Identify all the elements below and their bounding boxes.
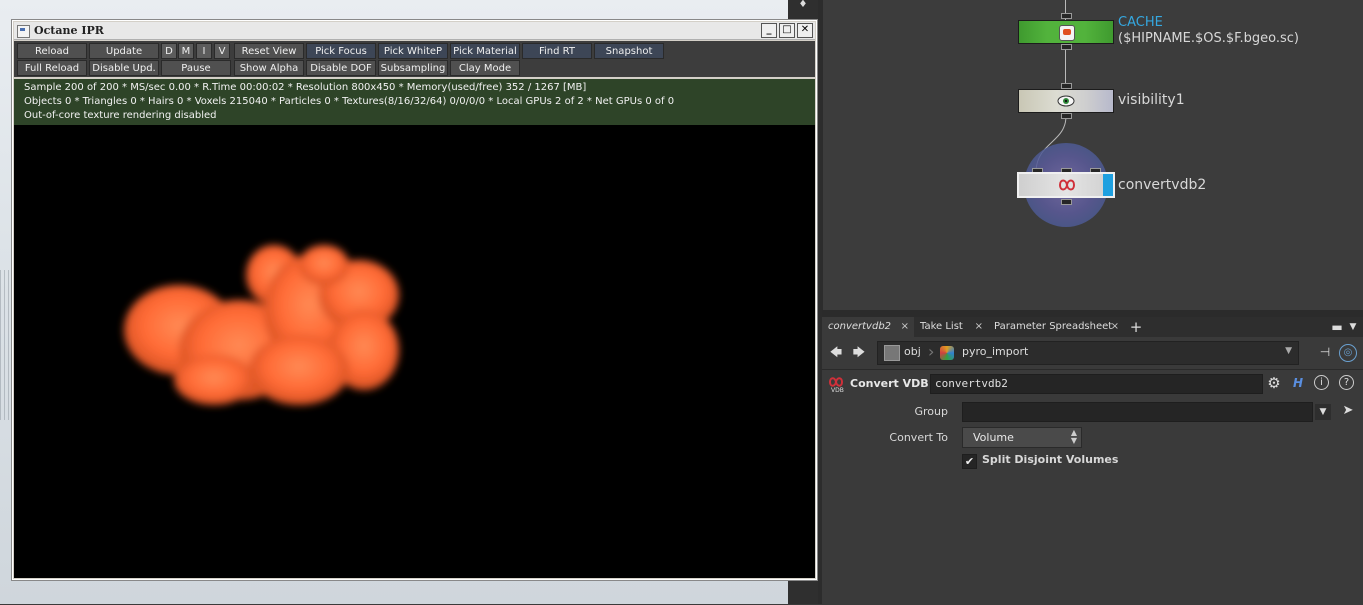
octane-app-icon	[17, 25, 30, 38]
pick-focus-button[interactable]: Pick Focus	[306, 43, 376, 59]
convert-to-value: Volume	[973, 431, 1014, 444]
pick-material-button[interactable]: Pick Material	[450, 43, 520, 59]
find-rt-button[interactable]: Find RT	[522, 43, 592, 59]
i-toggle-button[interactable]: I	[196, 43, 212, 59]
disable-update-button[interactable]: Disable Upd.	[89, 60, 159, 76]
pin-icon[interactable]: ⊣	[1317, 344, 1333, 360]
vdb-node-type-icon: VDB	[828, 377, 844, 393]
network-editor[interactable]: CACHE ($HIPNAME.$OS.$F.bgeo.sc) visibili…	[818, 0, 1363, 604]
convert-output-connector[interactable]	[1061, 199, 1072, 205]
tab-close-icon[interactable]: ×	[1111, 317, 1119, 337]
group-field[interactable]	[962, 402, 1313, 422]
tab-convertvdb2[interactable]: convertvdb2 ×	[822, 317, 914, 337]
tab-close-icon[interactable]: ×	[975, 317, 983, 337]
convertvdb2-node-label: convertvdb2	[1118, 177, 1207, 193]
pane-menu-chevron-down-icon[interactable]: ▼	[1345, 319, 1361, 335]
cache-input-connector[interactable]	[1061, 13, 1072, 19]
tab-parameter-spreadsheet-label: Parameter Spreadsheet	[994, 321, 1113, 332]
cache-node-label: CACHE	[1118, 15, 1163, 30]
tab-take-list[interactable]: Take List ×	[914, 317, 988, 337]
svg-text:VDB: VDB	[831, 387, 844, 393]
status-line-render-stats: Sample 200 of 200 * MS/sec 0.00 * R.Time…	[24, 82, 587, 93]
pick-whitepoint-button[interactable]: Pick WhiteP	[378, 43, 448, 59]
cache-icon	[1059, 25, 1075, 41]
updown-arrows-icon: ▲ ▼	[1070, 428, 1077, 445]
visibility1-node[interactable]	[1018, 89, 1114, 113]
cache-node-sublabel: ($HIPNAME.$OS.$F.bgeo.sc)	[1118, 31, 1300, 46]
ipr-title-bar[interactable]: Octane IPR _ □ ✕	[14, 22, 815, 40]
status-line-scene-stats: Objects 0 * Triangles 0 * Hairs 0 * Voxe…	[24, 96, 675, 107]
ipr-toolbar: Reload Update D M I V Reset View Pick Fo…	[14, 41, 815, 77]
maximize-button[interactable]: □	[779, 23, 795, 38]
path-current[interactable]: pyro_import	[962, 345, 1028, 358]
path-dropdown-chevron-down-icon[interactable]: ▼	[1285, 346, 1292, 356]
render-status-panel: Sample 200 of 200 * MS/sec 0.00 * R.Time…	[14, 79, 815, 125]
obj-network-icon	[884, 345, 900, 361]
render-viewport[interactable]	[14, 125, 815, 578]
pane-layout-icon[interactable]: ▬	[1329, 319, 1345, 335]
geo-object-icon	[940, 346, 954, 360]
close-button[interactable]: ✕	[797, 23, 813, 38]
show-alpha-button[interactable]: Show Alpha	[234, 60, 304, 76]
visibility-output-connector[interactable]	[1061, 113, 1072, 119]
node-type-label: Convert VDB	[850, 377, 929, 390]
status-line-texture-info: Out-of-core texture rendering disabled	[24, 110, 217, 121]
reset-view-button[interactable]: Reset View	[234, 43, 304, 59]
light-bulb-icon[interactable]: ♦	[795, 0, 811, 10]
minimize-button[interactable]: _	[761, 23, 777, 38]
d-toggle-button[interactable]: D	[161, 43, 177, 59]
gear-icon[interactable]: ⚙	[1266, 375, 1282, 391]
v-toggle-button[interactable]: V	[214, 43, 230, 59]
convert-to-select[interactable]: Volume ▲ ▼	[962, 427, 1082, 448]
select-arrow-icon[interactable]: ➤	[1340, 403, 1356, 419]
split-disjoint-checkbox[interactable]: ✔	[962, 454, 977, 469]
breadcrumb-separator-icon: ›	[928, 342, 935, 361]
tab-convertvdb2-label: convertvdb2	[828, 321, 892, 332]
split-disjoint-label: Split Disjoint Volumes	[982, 453, 1119, 466]
forward-arrow-icon[interactable]: 🡆	[851, 344, 867, 360]
path-root[interactable]: obj	[904, 345, 921, 358]
wire-cache-visibility	[1065, 44, 1066, 88]
m-toggle-button[interactable]: M	[178, 43, 194, 59]
info-icon[interactable]: i	[1314, 375, 1329, 390]
houdini-help-icon[interactable]: H	[1290, 375, 1306, 391]
visibility1-node-label: visibility1	[1118, 92, 1185, 108]
path-bar: 🡄 🡆 obj › pyro_import ▼ ⊣ ◎	[822, 337, 1363, 369]
cache-output-connector[interactable]	[1061, 44, 1072, 50]
tab-close-icon[interactable]: ×	[901, 317, 909, 337]
subsampling-button[interactable]: Subsampling	[378, 60, 448, 76]
smoke-render-image	[124, 245, 399, 405]
tab-take-list-label: Take List	[920, 321, 963, 332]
group-label: Group	[914, 405, 949, 418]
reload-button[interactable]: Reload	[17, 43, 87, 59]
tab-parameter-spreadsheet[interactable]: Parameter Spreadsheet ×	[988, 317, 1124, 337]
cache-node[interactable]	[1018, 20, 1114, 44]
link-icon[interactable]: ◎	[1339, 344, 1357, 362]
help-question-icon[interactable]: ?	[1339, 375, 1354, 390]
pane-tab-bar: convertvdb2 × Take List × Parameter Spre…	[822, 317, 1363, 337]
disable-dof-button[interactable]: Disable DOF	[306, 60, 376, 76]
parameter-editor: VDB Convert VDB convertvdb2 ⚙ H i ? Grou…	[822, 369, 1363, 605]
window-controls: _ □ ✕	[761, 23, 813, 38]
path-breadcrumb[interactable]: obj › pyro_import ▼	[877, 341, 1299, 365]
snapshot-button[interactable]: Snapshot	[594, 43, 664, 59]
full-reload-button[interactable]: Full Reload	[17, 60, 87, 76]
add-tab-icon[interactable]: +	[1128, 319, 1144, 335]
back-arrow-icon[interactable]: 🡄	[828, 344, 844, 360]
octane-ipr-window: Octane IPR _ □ ✕ Reload Update D M I V R…	[11, 19, 818, 581]
convert-to-label: Convert To	[889, 431, 948, 444]
eye-icon	[1057, 95, 1075, 107]
node-name-field[interactable]: convertvdb2	[930, 374, 1263, 394]
display-flag[interactable]	[1103, 174, 1113, 196]
update-button[interactable]: Update	[89, 43, 159, 59]
pane-splitter[interactable]	[822, 310, 1363, 317]
vdb-icon	[1058, 179, 1076, 191]
clay-mode-button[interactable]: Clay Mode	[450, 60, 520, 76]
pause-button[interactable]: Pause	[161, 60, 231, 76]
group-menu-chevron-down-icon[interactable]: ▼	[1315, 404, 1331, 420]
ipr-window-title: Octane IPR	[34, 24, 104, 37]
convertvdb2-node[interactable]	[1017, 172, 1115, 198]
